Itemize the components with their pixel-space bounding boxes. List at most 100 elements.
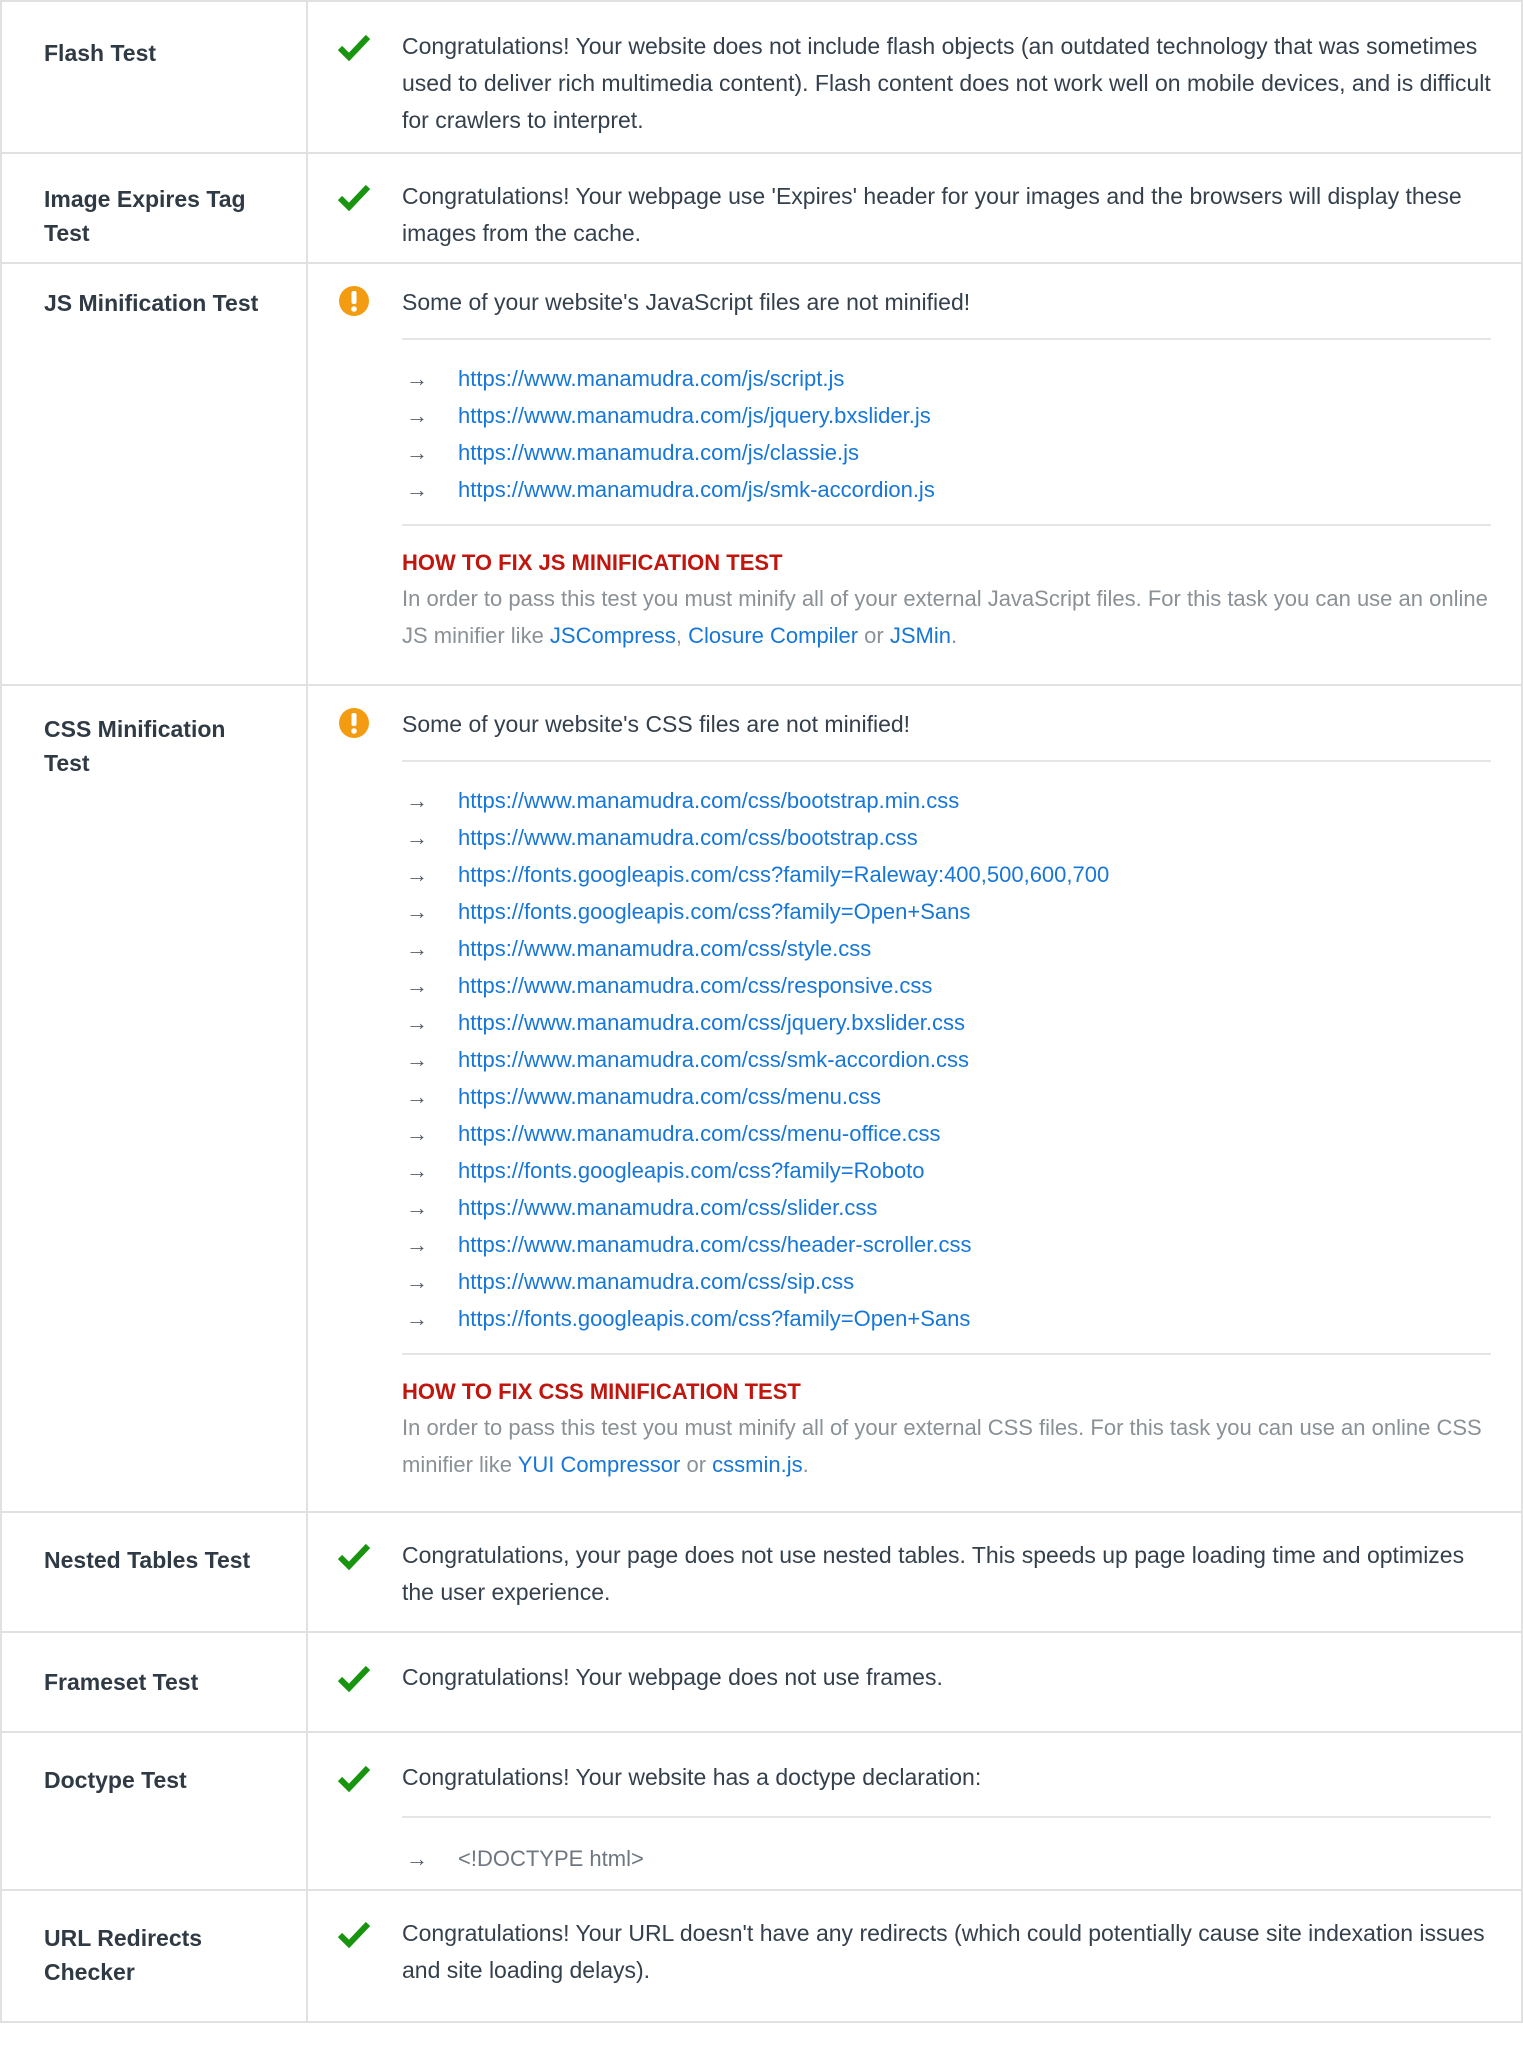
test-row-flash: Flash Test Congratulations! Your website… [0,0,1523,154]
arrow-right-icon: → [406,1084,428,1109]
list-item: → https://fonts.googleapis.com/css?family… [402,856,1491,893]
jscompress-link[interactable]: JSCompress [550,623,676,648]
list-item: → https://www.manamudra.com/css/smk-accor… [402,1041,1491,1078]
arrow-right-icon: → [406,862,428,887]
list-item: → https://www.manamudra.com/css/bootstrap… [402,819,1491,856]
arrow-right-icon: → [406,1269,428,1294]
file-link[interactable]: https://www.manamudra.com/js/script.js [458,366,844,391]
period: . [950,623,958,648]
test-name: URL Redirects Checker [0,1891,308,2021]
test-name: Frameset Test [0,1633,308,1731]
file-link[interactable]: https://www.manamudra.com/css/sip.css [458,1269,854,1294]
file-link[interactable]: https://www.manamudra.com/js/classie.js [458,440,859,465]
result-message: Congratulations! Your webpage does not u… [338,1659,1491,1696]
test-row-frameset: Frameset Test Congratulations! Your webp… [0,1633,1523,1733]
result-message: Congratulations! Your website has a doct… [338,1759,1491,1796]
how-to-fix-title: HOW TO FIX CSS MINIFICATION TEST [402,1379,801,1404]
file-list: → https://www.manamudra.com/js/script.js … [402,338,1491,526]
yui-compressor-link[interactable]: YUI Compressor [518,1452,681,1477]
file-link[interactable]: https://www.manamudra.com/css/menu-offic… [458,1121,941,1146]
arrow-right-icon: → [406,403,428,428]
result-message-text: Congratulations! Your website has a doct… [402,1764,982,1790]
how-to-fix-title: HOW TO FIX JS MINIFICATION TEST [402,550,783,575]
file-link[interactable]: https://www.manamudra.com/css/menu.css [458,1084,881,1109]
arrow-right-icon: → [406,1158,428,1183]
file-link[interactable]: https://www.manamudra.com/css/bootstrap.… [458,788,959,813]
list-item: → https://www.manamudra.com/js/script.js [402,360,1491,397]
how-to-fix-text: In order to pass this test you must mini… [402,1409,1491,1483]
doctype-declaration: <!DOCTYPE html> [458,1846,644,1871]
result-message: Some of your website's JavaScript files … [338,284,1491,321]
result-message-text: Congratulations! Your URL doesn't have a… [402,1920,1485,1983]
file-link[interactable]: https://fonts.googleapis.com/css?family=… [458,862,1109,887]
arrow-right-icon: → [406,366,428,391]
cssmin-link[interactable]: cssmin.js [712,1452,802,1477]
file-link[interactable]: https://www.manamudra.com/css/responsive… [458,973,932,998]
arrow-right-icon: → [406,825,428,850]
result-message: Some of your website's CSS files are not… [338,706,1491,743]
file-link[interactable]: https://www.manamudra.com/js/jquery.bxsl… [458,403,931,428]
test-result: Congratulations! Your website does not i… [308,2,1523,152]
test-row-nested-tables: Nested Tables Test Congratulations, your… [0,1513,1523,1633]
arrow-right-icon: → [406,973,428,998]
warning-icon [339,286,369,316]
result-message: Congratulations, your page does not use … [338,1537,1491,1611]
check-icon [338,1765,370,1793]
list-item: → https://www.manamudra.com/css/menu-offi… [402,1115,1491,1152]
result-message: Congratulations! Your webpage use 'Expir… [338,178,1491,252]
arrow-right-icon: → [406,936,428,961]
file-link[interactable]: https://www.manamudra.com/css/style.css [458,936,871,961]
test-result: Congratulations! Your webpage use 'Expir… [308,154,1523,262]
file-link[interactable]: https://www.manamudra.com/css/smk-accord… [458,1047,969,1072]
closure-compiler-link[interactable]: Closure Compiler [688,623,858,648]
arrow-right-icon: → [406,477,428,502]
list-item: → https://www.manamudra.com/css/bootstrap… [402,782,1491,819]
result-message: Congratulations! Your website does not i… [338,28,1491,139]
file-link[interactable]: https://www.manamudra.com/css/header-scr… [458,1232,972,1257]
test-row-doctype: Doctype Test Congratulations! Your websi… [0,1733,1523,1891]
test-row-url-redirects: URL Redirects Checker Congratulations! Y… [0,1891,1523,2023]
arrow-right-icon: → [406,1232,428,1257]
test-name: Flash Test [0,2,308,152]
file-link[interactable]: https://fonts.googleapis.com/css?family=… [458,1306,970,1331]
file-link[interactable]: https://www.manamudra.com/js/smk-accordi… [458,477,935,502]
separator: or [680,1452,713,1477]
list-item: → https://www.manamudra.com/css/header-sc… [402,1226,1491,1263]
file-link[interactable]: https://www.manamudra.com/css/bootstrap.… [458,825,918,850]
file-link[interactable]: https://www.manamudra.com/css/jquery.bxs… [458,1010,965,1035]
how-to-fix-text: In order to pass this test you must mini… [402,580,1491,654]
test-result: Congratulations! Your webpage does not u… [308,1633,1523,1731]
arrow-right-icon: → [406,1121,428,1146]
result-message-text: Congratulations! Your webpage use 'Expir… [402,183,1462,246]
seo-report-table: Flash Test Congratulations! Your website… [0,0,1523,2023]
period: . [802,1452,809,1477]
result-message-text: Congratulations! Your webpage does not u… [402,1664,943,1690]
test-name: Nested Tables Test [0,1513,308,1631]
test-result: Some of your website's JavaScript files … [308,264,1523,684]
result-message-text: Congratulations! Your website does not i… [402,33,1491,133]
file-link[interactable]: https://www.manamudra.com/css/slider.css [458,1195,877,1220]
file-link[interactable]: https://fonts.googleapis.com/css?family=… [458,899,970,924]
arrow-right-icon: → [406,1010,428,1035]
check-icon [338,1665,370,1693]
list-item: → https://fonts.googleapis.com/css?family… [402,1152,1491,1189]
test-result: Some of your website's CSS files are not… [308,686,1523,1511]
list-item: → https://www.manamudra.com/css/responsiv… [402,967,1491,1004]
list-item: → https://www.manamudra.com/css/sip.css [402,1263,1491,1300]
separator: , [675,623,689,648]
result-message-text: Congratulations, your page does not use … [402,1542,1465,1605]
file-link[interactable]: https://fonts.googleapis.com/css?family=… [458,1158,925,1183]
jsmin-link[interactable]: JSMin [890,623,951,648]
how-to-fix-section: HOW TO FIX JS MINIFICATION TEST In order… [402,546,1491,654]
test-row-css-minification: CSS Minification Test Some of your websi… [0,686,1523,1513]
result-message-text: Some of your website's CSS files are not… [402,711,911,737]
check-icon [338,1543,370,1571]
test-result: Congratulations! Your website has a doct… [308,1733,1523,1889]
list-item: → https://www.manamudra.com/js/jquery.bxs… [402,397,1491,434]
arrow-right-icon: → [406,1306,428,1331]
arrow-right-icon: → [406,899,428,924]
arrow-right-icon: → [406,788,428,813]
check-icon [338,1921,370,1949]
list-item: → https://www.manamudra.com/css/style.css [402,930,1491,967]
check-icon [338,184,370,212]
